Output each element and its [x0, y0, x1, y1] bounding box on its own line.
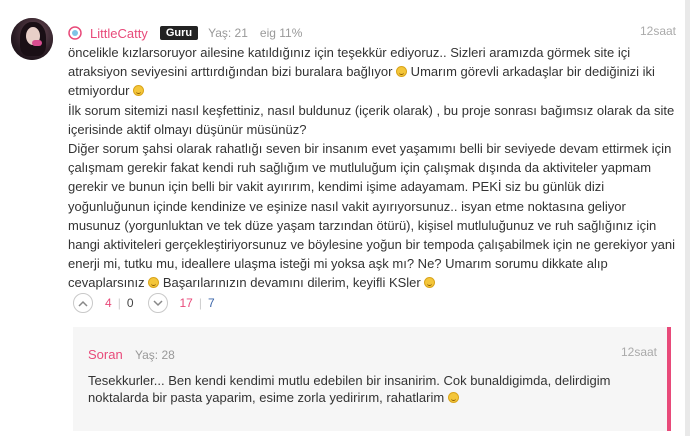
thumbs-up-icon[interactable] [73, 293, 93, 313]
reply-text-segment: Tesekkurler... Ben kendi kendimi mutlu e… [88, 373, 611, 405]
smile-emoji-icon [424, 277, 436, 289]
post-text: Başarılarınızın devamını dilerim, keyifl… [159, 275, 425, 291]
username-link[interactable]: LittleCatty [90, 26, 148, 41]
level-icon [68, 26, 82, 40]
downvote-blue-count: 7 [207, 296, 215, 310]
reply-user-age: Yaş: 28 [135, 348, 175, 362]
reply-box: Soran Yaş: 28 12saat Tesekkurler... Ben … [73, 327, 671, 431]
reply-time: 12saat [620, 345, 657, 359]
user-age: Yaş: 21 [208, 26, 248, 40]
post-time: 12saat [639, 24, 676, 38]
reply-text: Tesekkurler... Ben kendi kendimi mutlu e… [88, 372, 648, 406]
upvote-pink-count: 4 [105, 296, 112, 310]
post-paragraph: Diğer sorum şahsi olarak rahatlığı seven… [68, 139, 676, 293]
post-text: Diğer sorum şahsi olarak rahatlığı seven… [68, 141, 675, 291]
avatar[interactable] [11, 18, 53, 60]
reply-username-link[interactable]: Soran [88, 347, 123, 362]
post-paragraph: öncelikle kızlarsoruyor ailesine katıldı… [68, 43, 676, 101]
post-paragraph: İlk sorum sitemizi nasıl keşfettiniz, na… [68, 101, 676, 139]
count-divider: | [117, 296, 121, 310]
thumbs-down-icon[interactable] [147, 293, 168, 313]
question-post: LittleCatty Guru Yaş: 21 eig 11% 12saat … [0, 0, 690, 436]
downvote-pink-count: 17 [179, 296, 193, 310]
scrollbar[interactable] [685, 0, 690, 436]
upvote-gray-count: 0 [126, 296, 134, 310]
smile-emoji-icon [447, 392, 459, 403]
match-percent: eig 11% [259, 26, 303, 40]
smile-emoji-icon [148, 277, 160, 289]
vote-actions: 4 | 0 17 | 7 [73, 292, 229, 314]
smile-emoji-icon [396, 66, 408, 78]
smile-emoji-icon [133, 85, 145, 97]
downvote-count: 17 | 7 [174, 293, 221, 313]
post-text: İlk sorum sitemizi nasıl keşfettiniz, na… [68, 102, 675, 137]
upvote-count: 4 | 0 [99, 293, 140, 313]
post-header: LittleCatty Guru Yaş: 21 eig 11% [68, 24, 314, 42]
post-body: öncelikle kızlarsoruyor ailesine katıldı… [68, 43, 676, 293]
count-divider: | [198, 296, 202, 310]
rank-badge: Guru [159, 26, 199, 40]
